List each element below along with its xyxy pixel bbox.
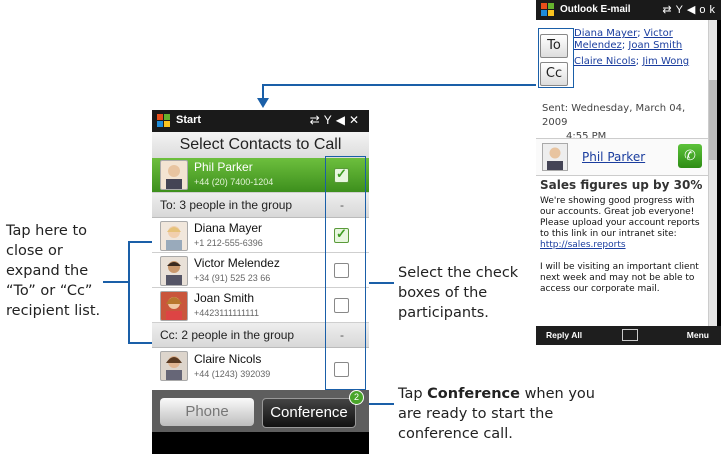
sent-label: Sent: Wednesday, March 04, 2009 (542, 103, 686, 128)
sender-name[interactable]: Phil Parker (582, 150, 645, 164)
contact-phone: +1 212-555-6396 (194, 238, 263, 248)
callout-right-text: Select the check boxes of the participan… (398, 265, 519, 321)
windows-logo-icon[interactable] (157, 114, 171, 128)
data-connection-icon: ⇄ (309, 113, 324, 127)
to-recipients: Diana Mayer; Victor Melendez; Joan Smith (574, 28, 683, 51)
recipient-link[interactable]: Claire Nicols (574, 56, 636, 67)
avatar (542, 143, 568, 171)
callout-bottom: Tap Conference when you are ready to sta… (398, 384, 608, 444)
contact-phone: +34 (91) 525 23 66 (194, 273, 271, 283)
phone-call-icon[interactable]: ✆ (678, 144, 702, 168)
callout-left-connector (103, 281, 128, 283)
contact-name: Diana Mayer (194, 221, 263, 235)
signal-icon: Y (323, 113, 336, 127)
arrow-head (257, 98, 269, 108)
status-icons: ⇄Y◀✕ (310, 113, 363, 127)
email-soft-key-bar: Reply All Menu (536, 326, 721, 345)
soft-key-bar (152, 432, 369, 454)
email-status-icons: ⇄Y◀ok (662, 3, 719, 16)
email-body-part-1: We're showing good progress with our acc… (540, 196, 700, 239)
contact-name: Victor Melendez (194, 256, 280, 270)
contact-phone: +44 (1243) 392039 (194, 369, 271, 379)
volume-icon[interactable]: ◀ (687, 4, 699, 16)
callout-right-connector (367, 282, 394, 284)
callout-right: Select the check boxes of the participan… (398, 263, 526, 323)
reply-all-button[interactable]: Reply All (546, 330, 582, 340)
avatar (160, 291, 188, 321)
contact-phone: +44 (20) 7400-1204 (194, 177, 274, 187)
email-status-title: Outlook E-mail (560, 4, 631, 15)
data-connection-icon: ⇄ (662, 4, 676, 16)
avatar (160, 221, 188, 251)
contact-name: Claire Nicols (194, 352, 262, 366)
action-bar: Phone Conference 2 (152, 390, 369, 432)
arrow-line-horizontal (262, 84, 540, 86)
sender-row: Phil Parker ✆ (536, 138, 708, 176)
menu-button[interactable]: Menu (687, 330, 709, 340)
ok-button[interactable]: ok (699, 4, 719, 16)
close-icon[interactable]: ✕ (349, 113, 363, 127)
avatar (160, 256, 188, 286)
email-status-bar: Outlook E-mail ⇄Y◀ok (536, 0, 721, 20)
cc-recipients: Claire Nicols; Jim Wong (574, 56, 690, 67)
email-subject: Sales figures up by 30% (540, 178, 703, 192)
contact-name: Phil Parker (194, 160, 253, 174)
callout-left-bracket-top (128, 241, 154, 243)
status-bar: Start ⇄Y◀✕ (152, 110, 369, 132)
email-link[interactable]: http://sales.reports (540, 240, 626, 250)
callout-left: Tap here to close or expand the “To” or … (6, 221, 116, 321)
contact-phone: +4423111111111 (194, 308, 259, 318)
arrow-line-vertical (262, 84, 264, 99)
phone-button[interactable]: Phone (160, 398, 254, 426)
page-title: Select Contacts to Call (152, 132, 369, 158)
scrollbar-thumb[interactable] (709, 80, 717, 160)
windows-logo-icon[interactable] (541, 3, 555, 17)
callout-left-text: Tap here to close or expand the “To” or … (6, 223, 101, 319)
callout-left-bracket-bottom (128, 342, 154, 344)
to-cc-highlight (538, 28, 574, 88)
cc-group-label: Cc: 2 people in the group (160, 328, 295, 342)
email-body-part-2: I will be visiting an important client n… (540, 262, 699, 294)
callout-bottom-prefix: Tap (398, 386, 428, 402)
status-title: Start (176, 114, 202, 126)
signal-icon: Y (675, 4, 687, 16)
volume-icon[interactable]: ◀ (336, 113, 349, 127)
email-scrollbar[interactable] (708, 20, 717, 326)
email-body: We're showing good progress with our acc… (540, 196, 706, 295)
recipient-link[interactable]: Jim Wong (642, 56, 689, 67)
recipient-link[interactable]: Diana Mayer (574, 28, 637, 39)
keyboard-icon[interactable] (622, 329, 638, 341)
avatar (160, 351, 188, 381)
checkbox-highlight (325, 156, 366, 390)
avatar (160, 160, 188, 190)
callout-bottom-bold: Conference (427, 386, 520, 402)
to-group-label: To: 3 people in the group (160, 198, 293, 212)
conference-button[interactable]: Conference (262, 398, 356, 428)
contact-name: Joan Smith (194, 291, 255, 305)
conference-count-badge: 2 (349, 390, 364, 405)
callout-left-bracket (128, 241, 130, 343)
recipient-link[interactable]: Joan Smith (628, 40, 682, 51)
